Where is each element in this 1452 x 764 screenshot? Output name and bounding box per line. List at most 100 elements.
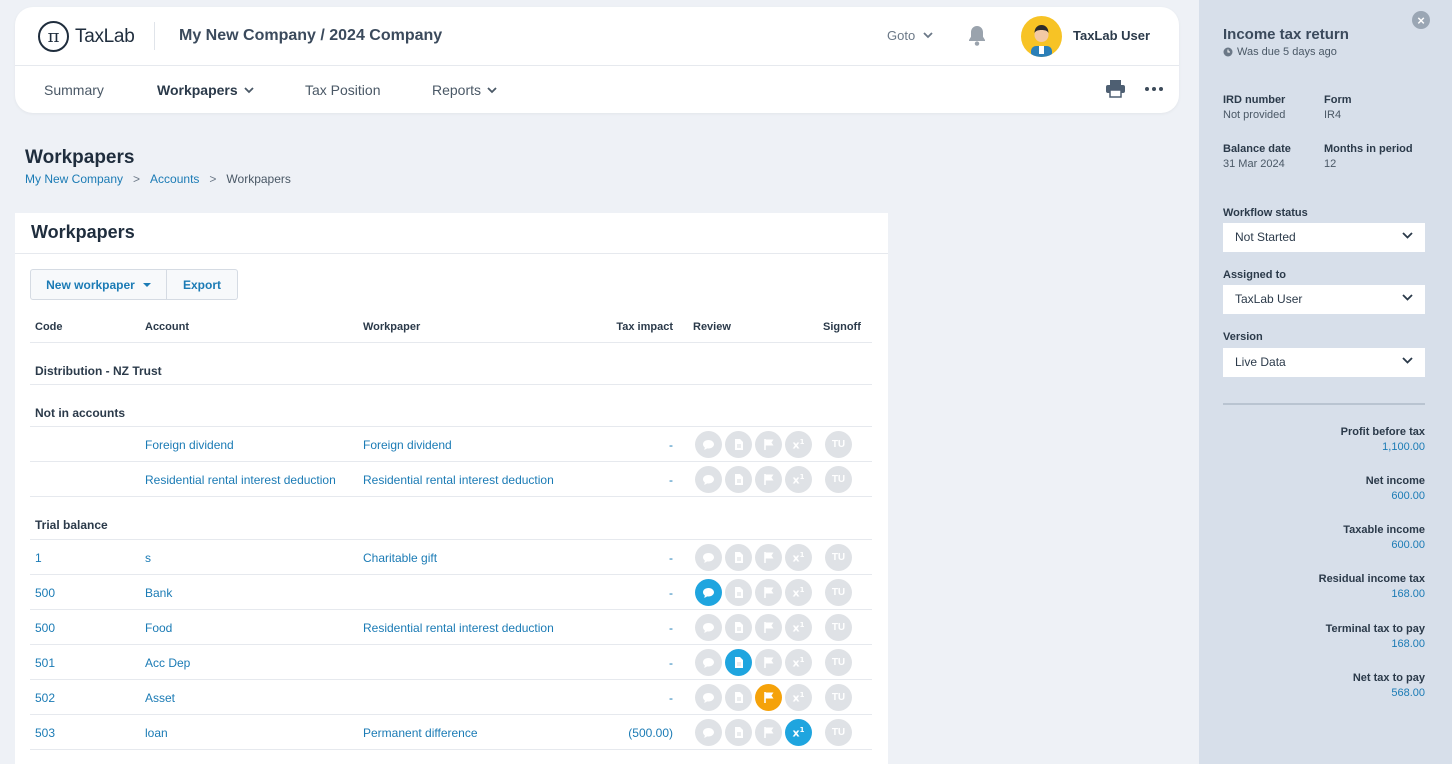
- chevron-down-icon: [487, 86, 497, 93]
- summary-value[interactable]: 568.00: [1353, 687, 1425, 699]
- document-icon[interactable]: [725, 614, 752, 641]
- flag-icon[interactable]: [755, 579, 782, 606]
- document-icon[interactable]: [725, 544, 752, 571]
- tab-tax-position[interactable]: Tax Position: [305, 82, 380, 98]
- comment-icon[interactable]: [695, 649, 722, 676]
- close-icon[interactable]: ×: [1412, 11, 1430, 29]
- account-link[interactable]: s: [145, 551, 151, 565]
- user-avatar[interactable]: [1021, 16, 1062, 57]
- signoff-badge[interactable]: TU: [825, 466, 852, 493]
- notifications-bell-icon[interactable]: [967, 25, 987, 50]
- export-button[interactable]: Export: [167, 269, 238, 300]
- document-icon[interactable]: [725, 466, 752, 493]
- code-cell[interactable]: 1: [35, 551, 42, 565]
- account-link[interactable]: loan: [145, 726, 168, 740]
- col-account[interactable]: Account: [145, 321, 189, 333]
- signoff-badge[interactable]: TU: [825, 544, 852, 571]
- col-tax-impact[interactable]: Tax impact: [616, 321, 673, 333]
- code-cell[interactable]: 500: [35, 586, 55, 600]
- summary-value[interactable]: 1,100.00: [1341, 441, 1425, 453]
- table-row[interactable]: 500 Food Residential rental interest deduc…: [30, 610, 872, 645]
- workpaper-link[interactable]: Residential rental interest deduction: [363, 621, 554, 635]
- col-signoff[interactable]: Signoff: [823, 321, 861, 333]
- breadcrumb-accounts[interactable]: Accounts: [150, 172, 199, 186]
- flag-icon[interactable]: [755, 684, 782, 711]
- table-row[interactable]: 1 s Charitable gift - x1 TU: [30, 540, 872, 575]
- table-row[interactable]: Residential rental interest deduction Res…: [30, 462, 872, 497]
- more-options-icon[interactable]: [1145, 87, 1163, 91]
- comment-icon[interactable]: [695, 466, 722, 493]
- workpaper-link[interactable]: Permanent difference: [363, 726, 478, 740]
- table-row[interactable]: Foreign dividend Foreign dividend - x1 TU: [30, 427, 872, 462]
- summary-value[interactable]: 168.00: [1319, 588, 1425, 600]
- tax-difference-icon[interactable]: x1: [785, 684, 812, 711]
- comment-icon[interactable]: [695, 719, 722, 746]
- assigned-to-select[interactable]: TaxLab User: [1223, 285, 1425, 314]
- printer-icon[interactable]: [1105, 79, 1126, 101]
- account-link[interactable]: Food: [145, 621, 172, 635]
- col-code[interactable]: Code: [35, 321, 63, 333]
- account-link[interactable]: Acc Dep: [145, 656, 190, 670]
- table-row[interactable]: 501 Acc Dep - x1 TU: [30, 645, 872, 680]
- signoff-badge[interactable]: TU: [825, 579, 852, 606]
- signoff-badge[interactable]: TU: [825, 719, 852, 746]
- code-cell[interactable]: 501: [35, 656, 55, 670]
- taxlab-logo[interactable]: π TaxLab: [38, 21, 135, 52]
- comment-icon[interactable]: [695, 579, 722, 606]
- signoff-badge[interactable]: TU: [825, 614, 852, 641]
- workpaper-link[interactable]: Residential rental interest deduction: [363, 473, 554, 487]
- tab-workpapers[interactable]: Workpapers: [157, 82, 254, 98]
- code-cell[interactable]: 503: [35, 726, 55, 740]
- comment-icon[interactable]: [695, 684, 722, 711]
- flag-icon[interactable]: [755, 614, 782, 641]
- tax-difference-icon[interactable]: x1: [785, 431, 812, 458]
- table-row[interactable]: 503 loan Permanent difference (500.00) x1 TU: [30, 715, 872, 750]
- version-select[interactable]: Live Data: [1223, 348, 1425, 377]
- user-name[interactable]: TaxLab User: [1073, 28, 1150, 43]
- account-link[interactable]: Asset: [145, 691, 175, 705]
- tax-difference-icon[interactable]: x1: [785, 544, 812, 571]
- tab-summary[interactable]: Summary: [44, 82, 104, 98]
- document-icon[interactable]: [725, 579, 752, 606]
- table-row[interactable]: 502 Asset - x1 TU: [30, 680, 872, 715]
- document-icon[interactable]: [725, 719, 752, 746]
- signoff-badge[interactable]: TU: [825, 431, 852, 458]
- comment-icon[interactable]: [695, 431, 722, 458]
- summary-value[interactable]: 600.00: [1366, 490, 1425, 502]
- comment-icon[interactable]: [695, 544, 722, 571]
- account-link[interactable]: Residential rental interest deduction: [145, 473, 336, 487]
- col-review[interactable]: Review: [693, 321, 731, 333]
- col-workpaper[interactable]: Workpaper: [363, 321, 420, 333]
- flag-icon[interactable]: [755, 431, 782, 458]
- comment-icon[interactable]: [695, 614, 722, 641]
- company-title[interactable]: My New Company / 2024 Company: [179, 27, 442, 45]
- code-cell[interactable]: 500: [35, 621, 55, 635]
- workflow-status-select[interactable]: Not Started: [1223, 223, 1425, 252]
- breadcrumb-company[interactable]: My New Company: [25, 172, 123, 186]
- document-icon[interactable]: [725, 431, 752, 458]
- code-cell[interactable]: 502: [35, 691, 55, 705]
- table-row[interactable]: 500 Bank - x1 TU: [30, 575, 872, 610]
- signoff-badge[interactable]: TU: [825, 649, 852, 676]
- workpaper-link[interactable]: Charitable gift: [363, 551, 437, 565]
- flag-icon[interactable]: [755, 649, 782, 676]
- summary-value[interactable]: 168.00: [1326, 638, 1425, 650]
- tax-difference-icon[interactable]: x1: [785, 579, 812, 606]
- document-icon[interactable]: [725, 649, 752, 676]
- tax-difference-icon[interactable]: x1: [785, 614, 812, 641]
- document-icon[interactable]: [725, 684, 752, 711]
- summary-value[interactable]: 600.00: [1343, 539, 1425, 551]
- account-link[interactable]: Foreign dividend: [145, 438, 234, 452]
- workpaper-link[interactable]: Foreign dividend: [363, 438, 452, 452]
- tab-reports[interactable]: Reports: [432, 82, 497, 98]
- flag-icon[interactable]: [755, 719, 782, 746]
- tax-difference-icon[interactable]: x1: [785, 719, 812, 746]
- tax-difference-icon[interactable]: x1: [785, 466, 812, 493]
- flag-icon[interactable]: [755, 544, 782, 571]
- goto-dropdown[interactable]: Goto: [887, 28, 933, 43]
- new-workpaper-button[interactable]: New workpaper: [30, 269, 167, 300]
- tax-difference-icon[interactable]: x1: [785, 649, 812, 676]
- account-link[interactable]: Bank: [145, 586, 172, 600]
- signoff-badge[interactable]: TU: [825, 684, 852, 711]
- flag-icon[interactable]: [755, 466, 782, 493]
